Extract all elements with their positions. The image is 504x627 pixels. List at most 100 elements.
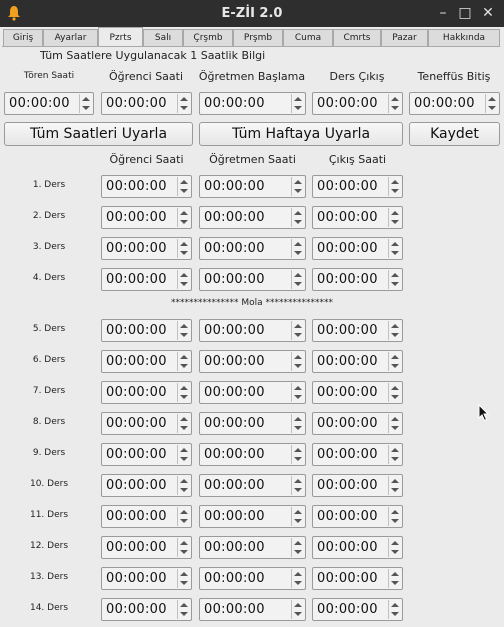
spin-up-icon[interactable]: [391, 417, 399, 421]
ogrenci-saati-top-spinbox[interactable]: 00:00:00: [101, 92, 192, 115]
spin-up-icon[interactable]: [294, 479, 302, 483]
spin-up-icon[interactable]: [180, 97, 188, 101]
spin-down-icon[interactable]: [391, 457, 399, 461]
spin-down-icon[interactable]: [294, 550, 302, 554]
tab-cmrts[interactable]: Cmrts: [333, 29, 381, 46]
spin-up-icon[interactable]: [391, 97, 399, 101]
spin-down-icon[interactable]: [391, 364, 399, 368]
lesson-9-cikis-spinbox[interactable]: 00:00:00: [312, 443, 403, 466]
spin-up-icon[interactable]: [391, 479, 399, 483]
spin-down-icon[interactable]: [180, 333, 188, 337]
spin-down-icon[interactable]: [180, 106, 188, 110]
lesson-10-cikis-spinbox[interactable]: 00:00:00: [312, 474, 403, 497]
spin-up-icon[interactable]: [294, 448, 302, 452]
spin-up-icon[interactable]: [180, 603, 188, 607]
lesson-1-ogrenci-spinbox[interactable]: 00:00:00: [101, 175, 192, 198]
lesson-5-cikis-spinbox[interactable]: 00:00:00: [312, 319, 403, 342]
spin-down-icon[interactable]: [294, 457, 302, 461]
spin-up-icon[interactable]: [294, 242, 302, 246]
lesson-11-cikis-spinbox[interactable]: 00:00:00: [312, 505, 403, 528]
spin-up-icon[interactable]: [294, 324, 302, 328]
spin-up-icon[interactable]: [391, 355, 399, 359]
spin-up-icon[interactable]: [391, 273, 399, 277]
spin-down-icon[interactable]: [391, 282, 399, 286]
lesson-12-ogrenci-spinbox[interactable]: 00:00:00: [101, 536, 192, 559]
lesson-14-ogretmen-spinbox[interactable]: 00:00:00: [199, 598, 306, 621]
tab-sali[interactable]: Salı: [143, 29, 183, 46]
close-icon[interactable]: ✕: [479, 4, 497, 22]
spin-down-icon[interactable]: [180, 426, 188, 430]
spin-up-icon[interactable]: [180, 211, 188, 215]
spin-up-icon[interactable]: [488, 97, 496, 101]
spin-down-icon[interactable]: [294, 333, 302, 337]
spin-up-icon[interactable]: [391, 242, 399, 246]
spin-down-icon[interactable]: [180, 519, 188, 523]
spin-down-icon[interactable]: [294, 426, 302, 430]
spin-down-icon[interactable]: [294, 106, 302, 110]
lesson-4-cikis-spinbox[interactable]: 00:00:00: [312, 268, 403, 291]
spin-down-icon[interactable]: [294, 282, 302, 286]
spin-down-icon[interactable]: [180, 364, 188, 368]
lesson-8-ogrenci-spinbox[interactable]: 00:00:00: [101, 412, 192, 435]
tab-ayarlar[interactable]: Ayarlar: [43, 29, 98, 46]
spin-down-icon[interactable]: [488, 106, 496, 110]
spin-up-icon[interactable]: [180, 479, 188, 483]
maximize-icon[interactable]: □: [456, 4, 474, 22]
spin-down-icon[interactable]: [391, 333, 399, 337]
spin-up-icon[interactable]: [180, 448, 188, 452]
lesson-7-cikis-spinbox[interactable]: 00:00:00: [312, 381, 403, 404]
spin-up-icon[interactable]: [294, 97, 302, 101]
spin-down-icon[interactable]: [294, 519, 302, 523]
lesson-9-ogretmen-spinbox[interactable]: 00:00:00: [199, 443, 306, 466]
spin-down-icon[interactable]: [294, 364, 302, 368]
lesson-14-cikis-spinbox[interactable]: 00:00:00: [312, 598, 403, 621]
lesson-2-ogretmen-spinbox[interactable]: 00:00:00: [199, 206, 306, 229]
spin-down-icon[interactable]: [391, 426, 399, 430]
spin-down-icon[interactable]: [391, 612, 399, 616]
spin-up-icon[interactable]: [294, 273, 302, 277]
spin-up-icon[interactable]: [294, 386, 302, 390]
lesson-5-ogretmen-spinbox[interactable]: 00:00:00: [199, 319, 306, 342]
teneffus-bitis-spinbox[interactable]: 00:00:00: [409, 92, 500, 115]
spin-down-icon[interactable]: [391, 581, 399, 585]
lesson-13-ogretmen-spinbox[interactable]: 00:00:00: [199, 567, 306, 590]
spin-down-icon[interactable]: [180, 395, 188, 399]
lesson-12-cikis-spinbox[interactable]: 00:00:00: [312, 536, 403, 559]
spin-up-icon[interactable]: [391, 211, 399, 215]
spin-up-icon[interactable]: [391, 386, 399, 390]
spin-down-icon[interactable]: [391, 395, 399, 399]
spin-down-icon[interactable]: [294, 251, 302, 255]
spin-down-icon[interactable]: [391, 488, 399, 492]
tab-prsmb[interactable]: Prşmb: [233, 29, 283, 46]
lesson-13-cikis-spinbox[interactable]: 00:00:00: [312, 567, 403, 590]
spin-down-icon[interactable]: [391, 220, 399, 224]
spin-down-icon[interactable]: [391, 519, 399, 523]
spin-up-icon[interactable]: [294, 211, 302, 215]
spin-up-icon[interactable]: [180, 386, 188, 390]
spin-up-icon[interactable]: [391, 448, 399, 452]
spin-up-icon[interactable]: [294, 572, 302, 576]
spin-up-icon[interactable]: [180, 273, 188, 277]
tab-pazar[interactable]: Pazar: [381, 29, 428, 46]
ogretmen-baslama-spinbox[interactable]: 00:00:00: [199, 92, 306, 115]
spin-up-icon[interactable]: [294, 180, 302, 184]
tab-cuma[interactable]: Cuma: [283, 29, 333, 46]
lesson-4-ogrenci-spinbox[interactable]: 00:00:00: [101, 268, 192, 291]
lesson-5-ogrenci-spinbox[interactable]: 00:00:00: [101, 319, 192, 342]
spin-down-icon[interactable]: [82, 106, 90, 110]
spin-down-icon[interactable]: [180, 189, 188, 193]
spin-down-icon[interactable]: [391, 189, 399, 193]
spin-up-icon[interactable]: [391, 180, 399, 184]
lesson-7-ogrenci-spinbox[interactable]: 00:00:00: [101, 381, 192, 404]
spin-up-icon[interactable]: [180, 355, 188, 359]
lesson-11-ogrenci-spinbox[interactable]: 00:00:00: [101, 505, 192, 528]
spin-up-icon[interactable]: [294, 541, 302, 545]
spin-down-icon[interactable]: [294, 488, 302, 492]
lesson-14-ogrenci-spinbox[interactable]: 00:00:00: [101, 598, 192, 621]
spin-down-icon[interactable]: [391, 550, 399, 554]
lesson-6-ogrenci-spinbox[interactable]: 00:00:00: [101, 350, 192, 373]
lesson-6-ogretmen-spinbox[interactable]: 00:00:00: [199, 350, 306, 373]
spin-up-icon[interactable]: [391, 541, 399, 545]
spin-down-icon[interactable]: [180, 457, 188, 461]
lesson-2-cikis-spinbox[interactable]: 00:00:00: [312, 206, 403, 229]
